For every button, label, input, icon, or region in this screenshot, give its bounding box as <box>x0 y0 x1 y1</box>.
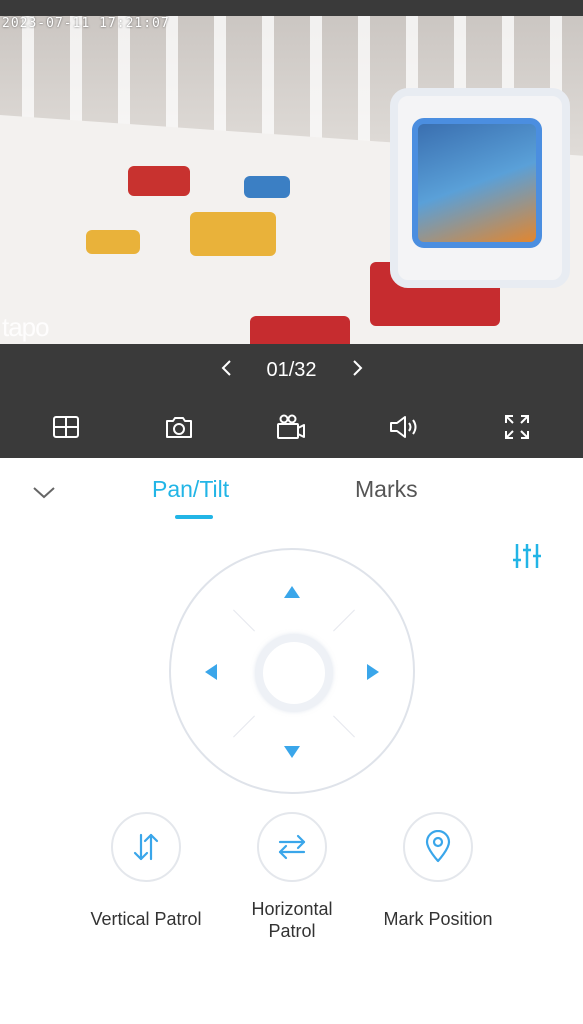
patrol-actions: Vertical Patrol Horizontal Patrol Mark P… <box>0 812 583 952</box>
active-tab-indicator <box>175 515 213 519</box>
tab-marks[interactable]: Marks <box>355 476 418 503</box>
video-record-icon <box>277 414 306 439</box>
collapse-button[interactable] <box>30 480 58 504</box>
fullscreen-button[interactable] <box>497 407 537 447</box>
joystick-knob[interactable] <box>255 634 333 712</box>
triangle-down-icon <box>284 746 300 758</box>
location-pin-icon <box>425 830 451 863</box>
vertical-patrol-button[interactable]: Vertical Patrol <box>66 812 226 930</box>
grid-layout-icon <box>53 416 80 438</box>
bedding-pattern-car <box>128 166 190 196</box>
chevron-right-icon <box>352 360 362 376</box>
joystick-divider <box>233 715 255 738</box>
bedding-pattern-car <box>86 230 140 254</box>
pan-tilt-settings-button[interactable] <box>511 540 543 572</box>
pan-down-button[interactable] <box>280 740 304 764</box>
vertical-patrol-label: Vertical Patrol <box>90 909 202 929</box>
aquarium-toy <box>390 88 570 288</box>
recording-pager: 01/32 <box>0 344 583 396</box>
camera-live-view[interactable]: 2023-07-11 17:21:07 tapo <box>0 16 583 344</box>
camera-toolbar <box>0 396 583 458</box>
mark-position-label: Mark Position <box>383 909 493 929</box>
fullscreen-icon <box>504 415 529 439</box>
horizontal-arrows-icon <box>278 834 306 860</box>
chevron-down-icon <box>33 487 55 499</box>
audio-button[interactable] <box>384 407 424 447</box>
page-count: 01/32 <box>266 358 317 381</box>
speaker-icon <box>390 416 417 438</box>
pan-tilt-joystick[interactable] <box>169 548 415 794</box>
record-button[interactable] <box>271 407 311 447</box>
bedding-pattern-car <box>190 212 276 256</box>
video-timestamp: 2023-07-11 17:21:07 <box>2 16 170 31</box>
mark-position-circle[interactable] <box>403 812 473 882</box>
triangle-right-icon <box>367 664 379 680</box>
snapshot-button[interactable] <box>159 407 199 447</box>
chevron-left-icon <box>221 360 231 376</box>
vertical-patrol-circle[interactable] <box>111 812 181 882</box>
bedding-pattern-car <box>244 176 290 198</box>
control-tabs: Pan/Tilt Marks <box>0 458 583 528</box>
camera-snapshot-icon <box>165 417 192 438</box>
joystick-divider <box>333 715 355 738</box>
horizontal-patrol-label: Horizontal Patrol <box>251 899 333 941</box>
tab-pan-tilt[interactable]: Pan/Tilt <box>152 476 229 503</box>
joystick-divider <box>333 609 355 632</box>
joystick-divider <box>233 609 255 632</box>
next-button[interactable] <box>337 357 377 383</box>
horizontal-patrol-circle[interactable] <box>257 812 327 882</box>
sliders-icon <box>513 544 541 568</box>
bedding-pattern-car <box>250 316 350 344</box>
triangle-up-icon <box>284 586 300 598</box>
mark-position-button[interactable]: Mark Position <box>358 812 518 930</box>
aquarium-screen <box>412 118 542 248</box>
pan-up-button[interactable] <box>280 580 304 604</box>
pan-right-button[interactable] <box>361 660 385 684</box>
tapo-watermark: tapo <box>2 312 50 342</box>
previous-button[interactable] <box>207 357 247 383</box>
vertical-arrows-icon <box>133 833 159 861</box>
status-bar <box>0 0 583 16</box>
triangle-left-icon <box>205 664 217 680</box>
pan-left-button[interactable] <box>199 660 223 684</box>
layout-button[interactable] <box>46 407 86 447</box>
horizontal-patrol-button[interactable]: Horizontal Patrol <box>212 812 372 942</box>
